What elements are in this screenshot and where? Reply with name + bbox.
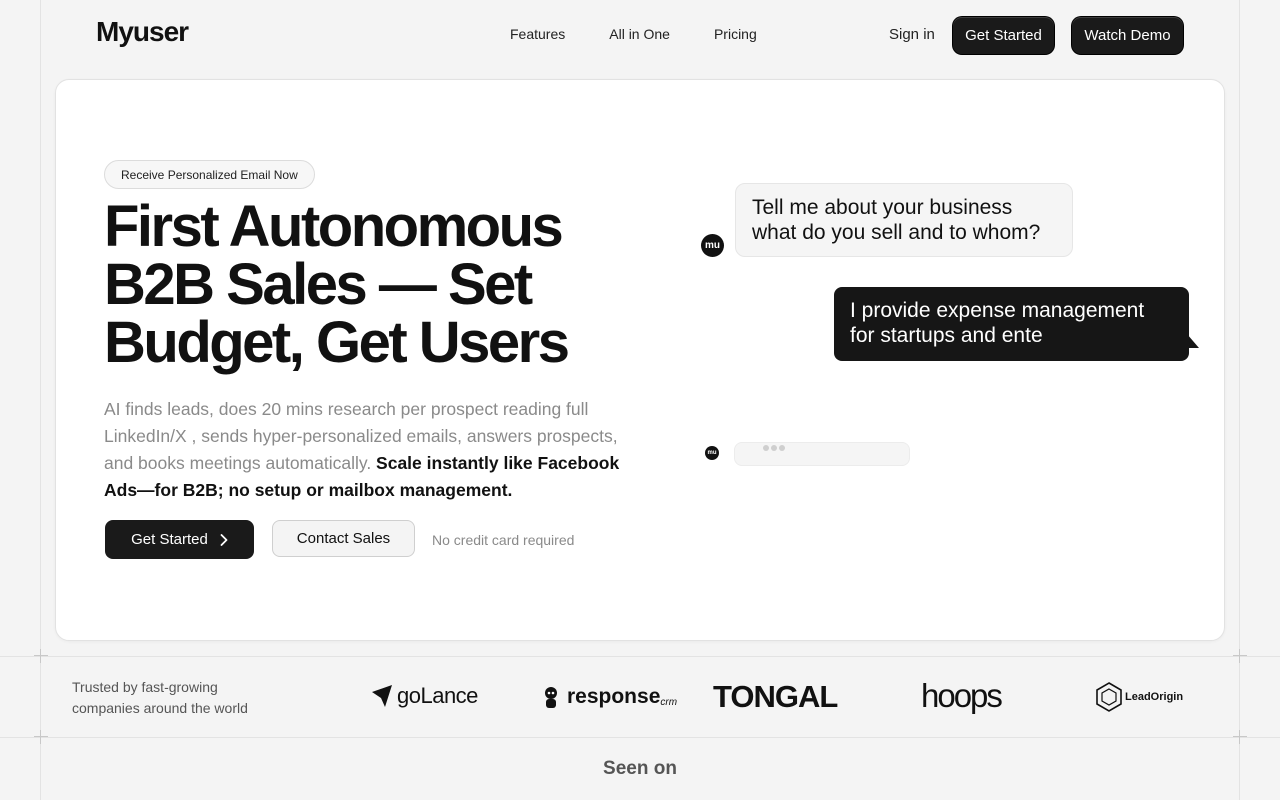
bot-avatar: mu <box>701 234 724 257</box>
plus-marker <box>34 730 48 744</box>
paper-plane-icon <box>372 685 392 707</box>
bubble-tail <box>1187 334 1199 348</box>
guide-line-top <box>0 656 1280 657</box>
seen-on-heading: Seen on <box>603 758 677 779</box>
logo-text: response <box>567 685 661 708</box>
logo-subtext: crm <box>660 696 678 708</box>
trusted-line: companies around the world <box>72 700 248 716</box>
golance-logo: goLance <box>371 683 478 709</box>
cta-label: Get Started <box>131 531 208 548</box>
typing-dot <box>779 445 785 451</box>
plus-marker <box>1233 730 1247 744</box>
typing-dot <box>763 445 769 451</box>
nav-pricing[interactable]: Pricing <box>714 26 757 42</box>
trusted-line: Trusted by fast-growing <box>72 679 218 695</box>
chevron-right-icon <box>220 533 228 546</box>
hexagon-icon <box>1096 682 1122 712</box>
trusted-by-text: Trusted by fast-growing companies around… <box>72 677 248 719</box>
main-nav: Features All in One Pricing <box>510 26 757 42</box>
logo-text: LeadOrigin <box>1125 691 1184 703</box>
headline-line: Budget, Get Users <box>104 310 570 375</box>
leadorigin-logo: LeadOrigin <box>1096 682 1183 712</box>
guide-line-left <box>40 0 41 800</box>
personalized-email-badge[interactable]: Receive Personalized Email Now <box>104 160 315 189</box>
watch-demo-button[interactable]: Watch Demo <box>1072 17 1183 54</box>
plus-marker <box>1233 649 1247 663</box>
responsecrm-logo: response crm <box>543 685 677 709</box>
hoops-logo: hoops <box>921 677 1003 714</box>
hero-card: Receive Personalized Email Now First Aut… <box>55 79 1225 641</box>
bot-message-bubble: Tell me about your business what do you … <box>735 183 1073 257</box>
headline-line: B2B Sales — Set <box>104 252 533 317</box>
plus-marker <box>34 649 48 663</box>
user-message-bubble: I provide expense management for startup… <box>834 287 1189 361</box>
bot-head-icon <box>545 687 557 708</box>
guide-line-right <box>1239 0 1240 800</box>
guide-line-bottom <box>0 737 1280 738</box>
typing-indicator <box>734 442 910 466</box>
brand-logo[interactable]: Myuser <box>96 16 189 48</box>
nav-all-in-one[interactable]: All in One <box>609 26 670 42</box>
logo-text: goLance <box>397 683 478 708</box>
no-credit-card-note: No credit card required <box>432 532 575 548</box>
hero-get-started-button[interactable]: Get Started <box>105 520 254 559</box>
bot-avatar-small: mu <box>705 446 719 460</box>
nav-features[interactable]: Features <box>510 26 565 42</box>
typing-dot <box>771 445 777 451</box>
hero-description: AI finds leads, does 20 mins research pe… <box>104 396 644 504</box>
contact-sales-button[interactable]: Contact Sales <box>272 520 415 557</box>
top-navbar: Myuser Features All in One Pricing Sign … <box>0 0 1280 70</box>
get-started-button[interactable]: Get Started <box>953 17 1054 54</box>
hero-headline: First Autonomous B2B Sales — Set Budget,… <box>104 198 624 372</box>
sign-in-link[interactable]: Sign in <box>889 26 935 43</box>
tongal-logo: TONGAL <box>713 679 838 714</box>
headline-line: First Autonomous <box>104 194 564 259</box>
